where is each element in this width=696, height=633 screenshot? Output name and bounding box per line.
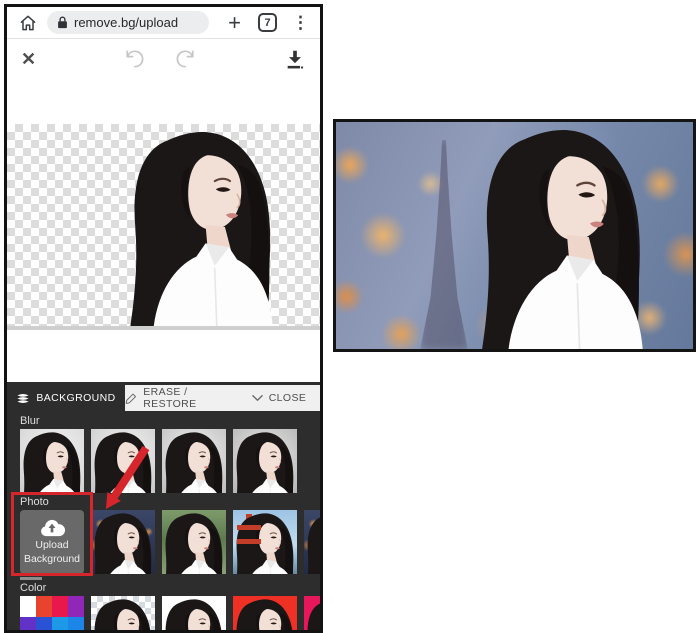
color-option-white[interactable]	[162, 596, 226, 633]
chevron-down-icon	[252, 394, 263, 402]
layers-icon	[16, 392, 30, 405]
tab-counter-button[interactable]: 7	[258, 13, 277, 32]
cloud-upload-icon	[39, 518, 65, 538]
portrait-thumbnail	[91, 429, 155, 493]
background-tool-panel: BACKGROUND ERASE / RESTORE CLOSE Blur	[7, 382, 320, 630]
portrait-thumbnail	[304, 510, 320, 574]
tab-close[interactable]: CLOSE	[238, 385, 320, 411]
portrait-thumbnail	[162, 429, 226, 493]
palette-swatch	[36, 596, 52, 617]
blur-option-4[interactable]	[233, 429, 297, 493]
portrait-thumbnail	[233, 596, 297, 633]
result-image	[333, 119, 696, 352]
editor-toolbar: ✕	[7, 39, 320, 78]
download-icon[interactable]	[284, 48, 306, 70]
pencil-icon	[125, 392, 137, 405]
color-section-label: Color	[20, 582, 320, 594]
canvas-margin-top	[7, 78, 320, 124]
color-option-pink[interactable]	[304, 596, 320, 633]
redo-icon[interactable]	[175, 47, 198, 70]
url-text: remove.bg/upload	[74, 15, 178, 30]
portrait-thumbnail	[162, 510, 226, 574]
transparent-canvas[interactable]	[7, 124, 320, 330]
browser-bar: remove.bg/upload + 7 ⋮	[7, 7, 320, 39]
palette-swatch	[20, 617, 36, 633]
new-tab-button[interactable]: +	[228, 13, 241, 33]
upload-label-line2: Background	[24, 553, 80, 566]
color-option-transparent[interactable]	[91, 596, 155, 633]
photo-option-golden-gate[interactable]	[233, 510, 297, 574]
history-controls	[36, 47, 284, 70]
tab-background-label: BACKGROUND	[36, 392, 115, 404]
browser-menu-button[interactable]: ⋮	[292, 13, 309, 33]
subject-portrait	[85, 124, 320, 328]
portrait-thumbnail	[304, 596, 320, 633]
palette-swatch	[52, 617, 68, 633]
photo-option-forest-road[interactable]	[162, 510, 226, 574]
undo-icon[interactable]	[122, 47, 145, 70]
tab-erase-restore[interactable]: ERASE / RESTORE	[125, 385, 238, 411]
blur-option-3[interactable]	[162, 429, 226, 493]
photo-section-label: Photo	[20, 496, 320, 508]
result-subject-portrait	[441, 121, 686, 351]
phone-screenshot: remove.bg/upload + 7 ⋮ ✕	[4, 4, 323, 633]
close-editor-button[interactable]: ✕	[21, 50, 36, 68]
portrait-thumbnail	[233, 510, 297, 574]
tab-close-label: CLOSE	[269, 392, 307, 404]
blur-option-1[interactable]	[20, 429, 84, 493]
color-palette-grid	[20, 596, 84, 633]
photo-row-scrollbar[interactable]	[20, 577, 42, 580]
blur-options-row	[7, 429, 320, 493]
palette-swatch	[68, 596, 84, 617]
portrait-thumbnail	[91, 596, 155, 633]
tab-background[interactable]: BACKGROUND	[7, 385, 125, 411]
canvas-margin-bottom	[7, 330, 320, 382]
lock-icon	[57, 16, 68, 29]
palette-swatch	[20, 596, 36, 617]
portrait-thumbnail	[233, 429, 297, 493]
upload-label-line1: Upload	[35, 539, 68, 552]
url-bar[interactable]: remove.bg/upload	[47, 11, 209, 34]
palette-swatch	[68, 617, 84, 633]
palette-swatch	[52, 596, 68, 617]
tab-erase-label: ERASE / RESTORE	[143, 386, 238, 410]
portrait-thumbnail	[162, 596, 226, 633]
blur-option-2[interactable]	[91, 429, 155, 493]
color-option-red[interactable]	[233, 596, 297, 633]
photo-option-paris-bokeh[interactable]	[91, 510, 155, 574]
color-palette-option[interactable]	[20, 596, 84, 633]
portrait-thumbnail	[20, 429, 84, 493]
page: remove.bg/upload + 7 ⋮ ✕	[0, 0, 696, 633]
home-icon[interactable]	[18, 13, 38, 33]
panel-tab-row: BACKGROUND ERASE / RESTORE CLOSE	[7, 385, 320, 411]
portrait-thumbnail	[91, 510, 155, 574]
blur-section-label: Blur	[20, 415, 320, 427]
color-options-row	[7, 596, 320, 633]
photo-options-row: Upload Background	[7, 510, 320, 574]
palette-swatch	[36, 617, 52, 633]
upload-background-button[interactable]: Upload Background	[20, 510, 84, 574]
photo-option-bokeh-2[interactable]	[304, 510, 320, 574]
